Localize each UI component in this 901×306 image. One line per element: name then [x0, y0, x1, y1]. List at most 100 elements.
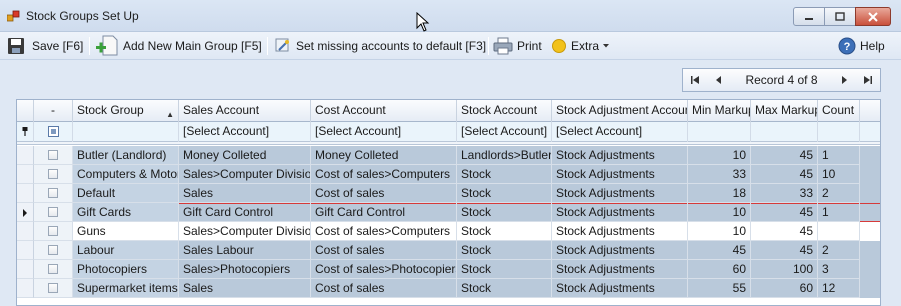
- column-header-select[interactable]: -: [34, 100, 73, 122]
- last-record-button[interactable]: [856, 69, 880, 91]
- cell-min-markup[interactable]: 55: [688, 279, 751, 298]
- cell-stock-group[interactable]: Computers & Motor: [73, 165, 179, 184]
- row-select-checkbox[interactable]: [48, 150, 58, 160]
- cell-stock-group[interactable]: Butler (Landlord): [73, 146, 179, 165]
- row-indicator[interactable]: [17, 146, 34, 165]
- help-button[interactable]: ? Help: [838, 35, 885, 57]
- table-row[interactable]: Butler (Landlord) Money Colleted Money Col…: [17, 146, 880, 165]
- filter-max-markup[interactable]: [751, 122, 818, 142]
- row-select-cell[interactable]: [34, 222, 73, 241]
- cell-sales-account[interactable]: Sales>Computer Division: [179, 222, 311, 241]
- row-select-checkbox[interactable]: [48, 264, 58, 274]
- cell-stock-group[interactable]: Photocopiers: [73, 260, 179, 279]
- cell-stock-account[interactable]: Stock: [457, 241, 552, 260]
- cell-stock-group[interactable]: Gift Cards: [73, 203, 179, 222]
- table-row[interactable]: Default Sales Cost of sales Stock Stock Adju…: [17, 184, 880, 203]
- cell-stock-adjustment-account[interactable]: Stock Adjustments: [552, 241, 688, 260]
- filter-count[interactable]: [818, 122, 860, 142]
- filter-sales-account[interactable]: [Select Account]: [179, 122, 311, 142]
- cell-stock-account[interactable]: Stock: [457, 222, 552, 241]
- cell-stock-adjustment-account[interactable]: Stock Adjustments: [552, 165, 688, 184]
- cell-sales-account[interactable]: Gift Card Control: [179, 203, 311, 222]
- cell-max-markup[interactable]: 60: [751, 279, 818, 298]
- row-indicator[interactable]: [17, 260, 34, 279]
- row-indicator[interactable]: [17, 279, 34, 298]
- cell-min-markup[interactable]: 60: [688, 260, 751, 279]
- column-header-max-markup[interactable]: Max Markup: [751, 100, 818, 122]
- cell-count[interactable]: [818, 222, 860, 241]
- filter-min-markup[interactable]: [688, 122, 751, 142]
- cell-max-markup[interactable]: 100: [751, 260, 818, 279]
- filter-select-all-checkbox[interactable]: [48, 126, 59, 137]
- row-indicator[interactable]: [17, 203, 34, 222]
- filter-stock-account[interactable]: [Select Account]: [457, 122, 552, 142]
- cell-max-markup[interactable]: 45: [751, 165, 818, 184]
- row-select-checkbox[interactable]: [48, 226, 58, 236]
- cell-stock-group[interactable]: Default: [73, 184, 179, 203]
- row-indicator[interactable]: [17, 165, 34, 184]
- cell-cost-account[interactable]: Cost of sales: [311, 184, 457, 203]
- row-indicator[interactable]: [17, 184, 34, 203]
- cell-stock-account[interactable]: Stock: [457, 165, 552, 184]
- cell-stock-account[interactable]: Stock: [457, 184, 552, 203]
- table-row[interactable]: Guns Sales>Computer Division Cost of sales…: [17, 222, 880, 241]
- column-header-count[interactable]: Count: [818, 100, 860, 122]
- cell-sales-account[interactable]: Sales: [179, 184, 311, 203]
- print-button[interactable]: Print: [493, 35, 542, 57]
- cell-stock-adjustment-account[interactable]: Stock Adjustments: [552, 146, 688, 165]
- cell-min-markup[interactable]: 10: [688, 222, 751, 241]
- cell-count[interactable]: 10: [818, 165, 860, 184]
- cell-max-markup[interactable]: 45: [751, 241, 818, 260]
- save-button[interactable]: Save [F6]: [6, 35, 83, 57]
- cell-max-markup[interactable]: 45: [751, 203, 818, 222]
- cell-cost-account[interactable]: Cost of sales>Computers: [311, 165, 457, 184]
- row-indicator[interactable]: [17, 241, 34, 260]
- row-indicator[interactable]: [17, 222, 34, 241]
- column-header-stock-adjustment-account[interactable]: Stock Adjustment Account: [552, 100, 688, 122]
- column-header-stock-account[interactable]: Stock Account: [457, 100, 552, 122]
- cell-count[interactable]: 2: [818, 241, 860, 260]
- row-select-cell[interactable]: [34, 165, 73, 184]
- row-select-checkbox[interactable]: [48, 188, 58, 198]
- filter-cost-account[interactable]: [Select Account]: [311, 122, 457, 142]
- cell-sales-account[interactable]: Money Colleted: [179, 146, 311, 165]
- table-row[interactable]: Supermarket items Sales Cost of sales Stock…: [17, 279, 880, 298]
- column-header-sales-account[interactable]: Sales Account: [179, 100, 311, 122]
- cell-min-markup[interactable]: 18: [688, 184, 751, 203]
- minimize-button[interactable]: [793, 7, 825, 26]
- row-select-cell[interactable]: [34, 203, 73, 222]
- cell-sales-account[interactable]: Sales>Photocopiers: [179, 260, 311, 279]
- cell-max-markup[interactable]: 45: [751, 222, 818, 241]
- cell-stock-group[interactable]: Guns: [73, 222, 179, 241]
- column-header-stock-group[interactable]: Stock Group ▲: [73, 100, 179, 122]
- cell-max-markup[interactable]: 45: [751, 146, 818, 165]
- cell-min-markup[interactable]: 10: [688, 203, 751, 222]
- table-row[interactable]: Labour Sales Labour Cost of sales Stock Stoc…: [17, 241, 880, 260]
- row-select-cell[interactable]: [34, 241, 73, 260]
- cell-sales-account[interactable]: Sales: [179, 279, 311, 298]
- cell-stock-adjustment-account[interactable]: Stock Adjustments: [552, 203, 688, 222]
- cell-count[interactable]: 1: [818, 146, 860, 165]
- row-select-checkbox[interactable]: [48, 169, 58, 179]
- row-select-cell[interactable]: [34, 146, 73, 165]
- cell-cost-account[interactable]: Cost of sales: [311, 241, 457, 260]
- cell-cost-account[interactable]: Gift Card Control: [311, 203, 457, 222]
- row-select-cell[interactable]: [34, 260, 73, 279]
- first-record-button[interactable]: [683, 69, 707, 91]
- cell-stock-account[interactable]: Stock: [457, 260, 552, 279]
- add-main-group-button[interactable]: Add New Main Group [F5]: [95, 35, 262, 57]
- cell-count[interactable]: 3: [818, 260, 860, 279]
- cell-min-markup[interactable]: 33: [688, 165, 751, 184]
- next-record-button[interactable]: [832, 69, 856, 91]
- cell-sales-account[interactable]: Sales>Computer Division: [179, 165, 311, 184]
- cell-stock-account[interactable]: Stock: [457, 279, 552, 298]
- cell-stock-group[interactable]: Labour: [73, 241, 179, 260]
- cell-min-markup[interactable]: 45: [688, 241, 751, 260]
- cell-stock-group[interactable]: Supermarket items: [73, 279, 179, 298]
- previous-record-button[interactable]: [707, 69, 731, 91]
- table-row[interactable]: Gift Cards Gift Card Control Gift Card Con…: [17, 203, 880, 222]
- cell-min-markup[interactable]: 10: [688, 146, 751, 165]
- cell-stock-adjustment-account[interactable]: Stock Adjustments: [552, 279, 688, 298]
- cell-stock-account[interactable]: Stock: [457, 203, 552, 222]
- cell-stock-adjustment-account[interactable]: Stock Adjustments: [552, 260, 688, 279]
